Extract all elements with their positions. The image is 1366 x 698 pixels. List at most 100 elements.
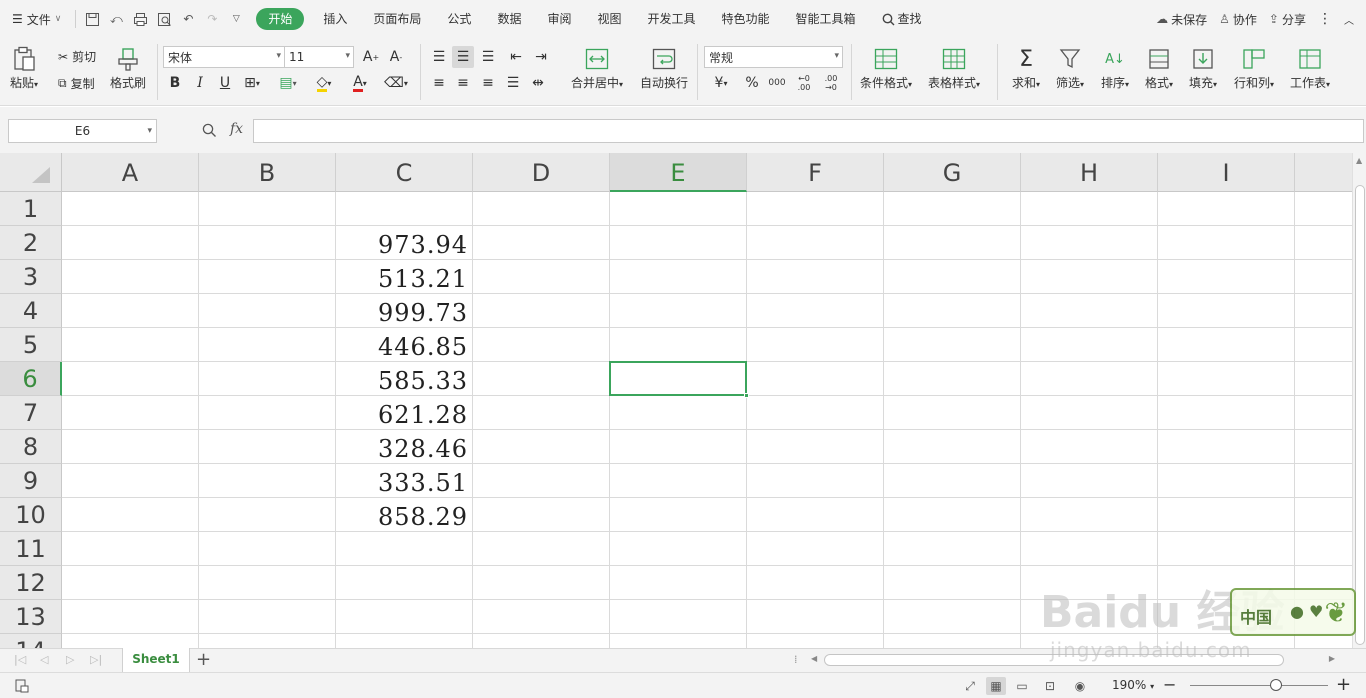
distributed-align-icon[interactable]: ⇹ <box>527 72 549 94</box>
tab-data[interactable]: 数据 <box>484 8 534 30</box>
row-header-1[interactable]: 1 <box>0 192 62 226</box>
next-sheet-icon[interactable]: ▷ <box>66 653 74 666</box>
increase-font-icon[interactable]: A + <box>360 46 382 68</box>
vertical-scrollbar[interactable]: ▲ <box>1352 153 1366 648</box>
copy-button[interactable]: ⧉ 复制 <box>58 75 95 92</box>
horizontal-scroll-thumb[interactable] <box>824 654 1284 666</box>
undo-icon[interactable]: ↶ <box>176 7 200 31</box>
clear-format-icon[interactable]: ⌫ ▾ <box>384 72 408 94</box>
print-icon[interactable] <box>128 7 152 31</box>
table-style-button[interactable]: 表格样式▾ <box>928 46 980 91</box>
last-sheet-icon[interactable]: ▷| <box>90 653 102 666</box>
select-all-corner[interactable] <box>0 153 62 192</box>
cell-c8[interactable]: 328.46 <box>336 432 468 466</box>
bold-button[interactable]: B <box>164 72 186 94</box>
font-name-select[interactable]: 宋体 ▾ <box>163 46 285 68</box>
column-header-f[interactable]: F <box>747 153 884 192</box>
increase-decimal-button[interactable]: ←0 .00 <box>793 72 815 94</box>
format-button[interactable]: 格式▾ <box>1145 46 1173 91</box>
redo-icon[interactable]: ↷ <box>200 7 224 31</box>
row-header-10[interactable]: 10 <box>0 498 62 532</box>
tab-smart-toolbox[interactable]: 智能工具箱 <box>783 8 869 30</box>
filter-button[interactable]: 筛选▾ <box>1056 46 1084 91</box>
decrease-font-icon[interactable]: A- <box>385 46 407 68</box>
sum-button[interactable]: Σ 求和▾ <box>1012 46 1040 91</box>
horizontal-scrollbar[interactable]: ◀ ▶ <box>808 653 1338 667</box>
column-header-b[interactable]: B <box>199 153 336 192</box>
rows-columns-button[interactable]: 行和列▾ <box>1234 46 1274 91</box>
tab-page-layout[interactable]: 页面布局 <box>360 8 434 30</box>
file-menu[interactable]: ☰ 文件 ∨ <box>0 11 71 28</box>
justify-icon[interactable]: ☰ <box>502 72 524 94</box>
decrease-indent-icon[interactable]: ⇤ <box>505 46 527 68</box>
page-break-view-icon[interactable]: ▭ <box>1012 677 1032 695</box>
font-size-select[interactable]: 11 ▾ <box>284 46 354 68</box>
cell-c2[interactable]: 973.94 <box>336 228 468 262</box>
collaborate-button[interactable]: ♙ 协作 <box>1219 11 1257 28</box>
spreadsheet-grid[interactable]: ABCDEFGHI 1234567891011121314 973.94513.… <box>0 153 1352 648</box>
vertical-scroll-thumb[interactable] <box>1355 185 1365 645</box>
tab-developer[interactable]: 开发工具 <box>634 8 708 30</box>
align-left-icon[interactable]: ≡ <box>428 72 450 94</box>
formula-input[interactable] <box>253 119 1364 143</box>
zoom-out-button[interactable]: − <box>1163 675 1176 694</box>
name-box[interactable]: E6 ▾ <box>8 119 157 143</box>
column-header-partial[interactable] <box>1295 153 1352 192</box>
eye-protection-icon[interactable]: ◉ <box>1070 677 1090 695</box>
find-button[interactable]: 查找 <box>869 8 935 30</box>
row-header-5[interactable]: 5 <box>0 328 62 362</box>
zoom-in-button[interactable]: + <box>1336 674 1351 695</box>
align-bottom-icon[interactable]: ☰ <box>477 46 499 68</box>
conditional-format-button[interactable]: 条件格式▾ <box>860 46 912 91</box>
tab-home[interactable]: 开始 <box>256 8 305 30</box>
cell-c4[interactable]: 999.73 <box>336 296 468 330</box>
print-preview-icon[interactable] <box>152 7 176 31</box>
cell-c10[interactable]: 858.29 <box>336 500 468 534</box>
zoom-magnifier-icon[interactable] <box>202 123 217 141</box>
macro-record-icon[interactable] <box>12 677 32 695</box>
number-format-select[interactable]: 常规 ▾ <box>704 46 843 68</box>
align-center-icon[interactable]: ≡ <box>452 72 474 94</box>
zoom-slider-knob[interactable] <box>1270 679 1282 691</box>
percent-button[interactable]: % <box>741 72 763 94</box>
unsaved-status[interactable]: ☁ 未保存 <box>1156 11 1207 28</box>
align-middle-icon[interactable]: ☰ <box>452 46 474 68</box>
cell-c6[interactable]: 585.33 <box>336 364 468 398</box>
currency-icon[interactable]: ¥ ▾ <box>706 72 736 94</box>
row-header-14[interactable]: 14 <box>0 634 62 648</box>
cell-c9[interactable]: 333.51 <box>336 466 468 500</box>
scroll-up-icon[interactable]: ▲ <box>1356 156 1362 165</box>
scroll-right-icon[interactable]: ▶ <box>1329 654 1335 663</box>
borders-icon[interactable]: ⊞ ▾ <box>241 72 263 94</box>
column-header-e[interactable]: E <box>610 153 747 192</box>
row-header-7[interactable]: 7 <box>0 396 62 430</box>
active-cell-e6[interactable] <box>609 361 749 398</box>
first-sheet-icon[interactable]: |◁ <box>14 653 26 666</box>
fill-handle[interactable] <box>744 393 749 398</box>
paste-button[interactable]: 粘贴▾ <box>10 46 38 91</box>
insert-function-button[interactable]: fx <box>230 121 243 137</box>
cell-fill-pattern-icon[interactable]: ▤ ▾ <box>277 72 299 94</box>
cell-c5[interactable]: 446.85 <box>336 330 468 364</box>
thousands-button[interactable]: 000 <box>766 72 788 94</box>
tab-view[interactable]: 视图 <box>584 8 634 30</box>
column-header-h[interactable]: H <box>1021 153 1158 192</box>
cell-c7[interactable]: 621.28 <box>336 398 468 432</box>
column-header-i[interactable]: I <box>1158 153 1295 192</box>
row-header-3[interactable]: 3 <box>0 260 62 294</box>
tab-formulas[interactable]: 公式 <box>434 8 484 30</box>
increase-indent-icon[interactable]: ⇥ <box>530 46 552 68</box>
sheet-tab-sheet1[interactable]: Sheet1 <box>122 648 190 672</box>
column-header-a[interactable]: A <box>62 153 199 192</box>
font-color-icon[interactable]: A ▾ <box>349 72 371 94</box>
row-header-9[interactable]: 9 <box>0 464 62 498</box>
decrease-decimal-button[interactable]: .00 →0 <box>820 72 842 94</box>
zoom-level[interactable]: 190% ▾ <box>1112 678 1154 692</box>
more-options-icon[interactable]: ⋮ <box>1318 11 1332 27</box>
page-layout-view-icon[interactable]: ⊡ <box>1040 677 1060 695</box>
collapse-ribbon-icon[interactable]: ︿ <box>1344 12 1354 27</box>
tab-review[interactable]: 审阅 <box>534 8 584 30</box>
add-sheet-icon[interactable]: + <box>196 650 211 670</box>
underline-button[interactable]: U <box>214 72 236 94</box>
italic-button[interactable]: I <box>189 72 211 94</box>
